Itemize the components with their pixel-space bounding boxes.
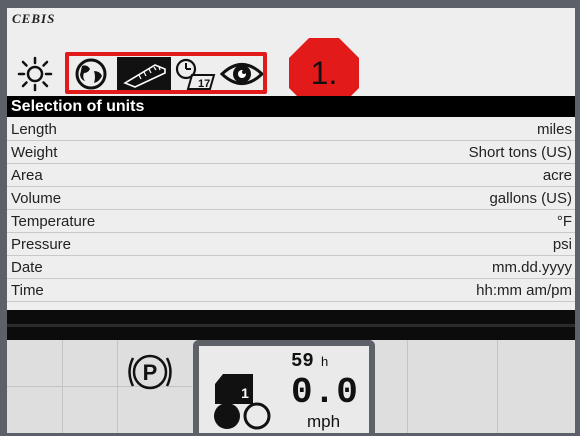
speed-panel: 1 59 h 0.0 mph [193, 340, 375, 433]
unit-value: psi [552, 235, 572, 253]
brand-logo: CEBIS [12, 11, 56, 26]
sun-icon[interactable] [17, 52, 53, 92]
unit-row-temperature[interactable]: Temperature °F [7, 210, 575, 233]
unit-name: Date [11, 258, 43, 276]
speed-value: 0.0 [291, 372, 359, 413]
unit-row-pressure[interactable]: Pressure psi [7, 233, 575, 256]
section-title: Selection of units [7, 96, 575, 117]
unit-row-volume[interactable]: Volume gallons (US) [7, 187, 575, 210]
footer-bar [7, 310, 575, 340]
unit-row-length[interactable]: Length miles [7, 118, 575, 141]
gear-number: 1 [241, 385, 249, 401]
unit-value: miles [536, 120, 572, 138]
unit-value: hh:mm am/pm [476, 281, 572, 299]
engine-hours: 59 [291, 350, 314, 372]
unit-row-weight[interactable]: Weight Short tons (US) [7, 141, 575, 164]
unit-name: Volume [11, 189, 62, 207]
unit-name: Area [11, 166, 43, 184]
unit-name: Length [11, 120, 57, 138]
units-list: Length miles Weight Short tons (US) Area… [7, 118, 575, 302]
unit-row-date[interactable]: Date mm.dd.yyyy [7, 256, 575, 279]
unit-value: acre [542, 166, 572, 184]
unit-row-area[interactable]: Area acre [7, 164, 575, 187]
engine-hours-unit: h [321, 354, 329, 369]
status-area: P 1 59 h 0.0 mph [7, 340, 575, 433]
unit-row-time[interactable]: Time hh:mm am/pm [7, 279, 575, 302]
unit-name: Pressure [11, 235, 72, 253]
unit-name: Temperature [11, 212, 96, 230]
unit-value: gallons (US) [489, 189, 572, 207]
parking-brake-icon: P [128, 354, 172, 390]
unit-value: mm.dd.yyyy [491, 258, 572, 276]
speed-unit: mph [307, 412, 341, 431]
svg-text:P: P [143, 360, 158, 385]
tab-highlight-frame [65, 52, 267, 94]
unit-value: °F [556, 212, 572, 230]
tractor-gear-icon: 1 [214, 374, 271, 430]
terminal-screen: CEBIS 17 1. Selection of units Length mi… [7, 8, 575, 433]
unit-name: Time [11, 281, 44, 299]
unit-value: Short tons (US) [468, 143, 572, 161]
unit-name: Weight [11, 143, 58, 161]
